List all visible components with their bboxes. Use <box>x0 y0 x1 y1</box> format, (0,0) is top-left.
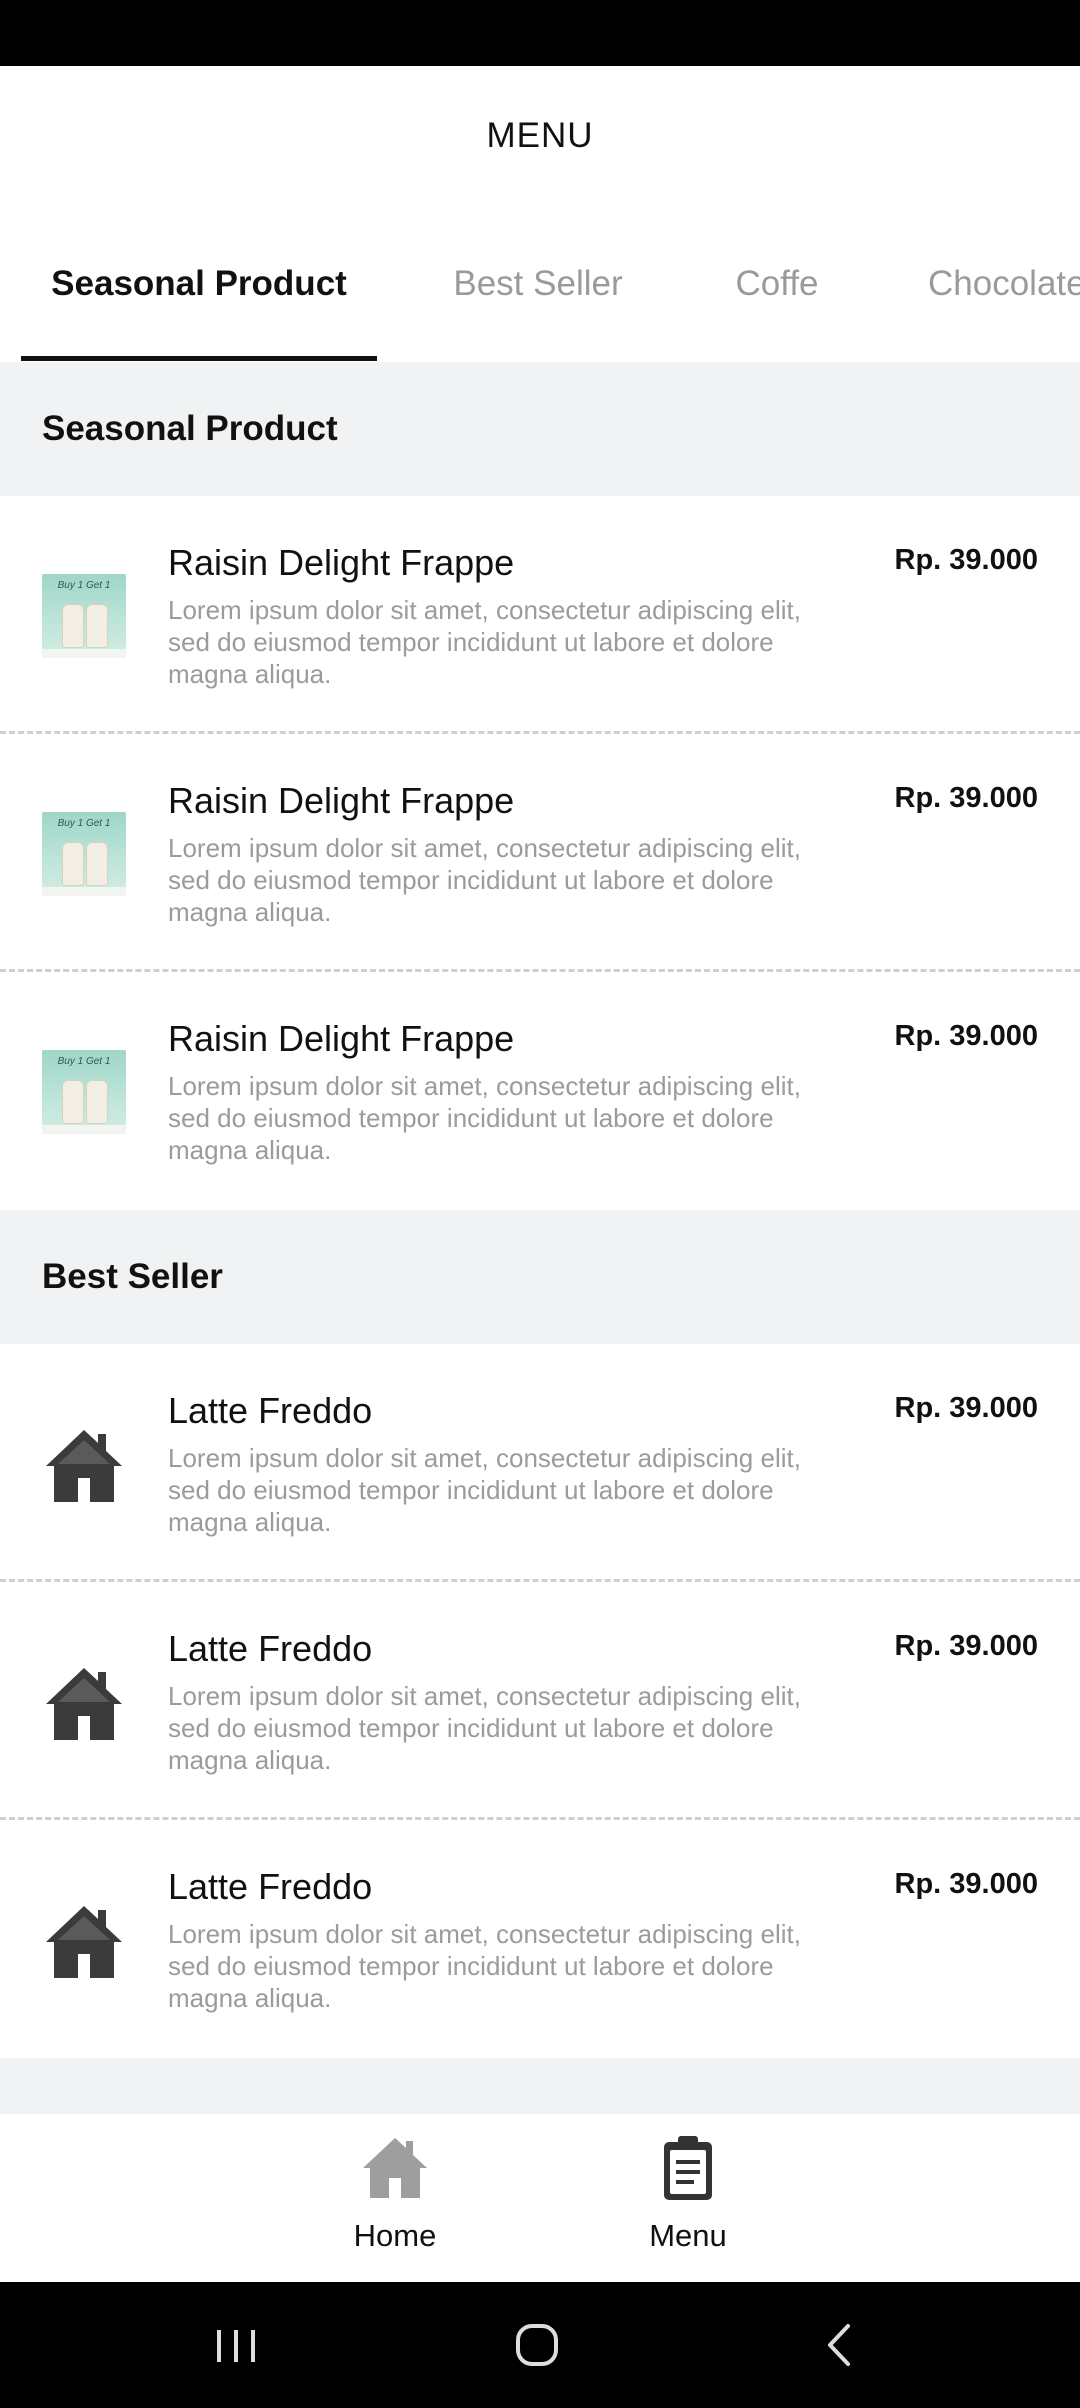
item-description: Lorem ipsum dolor sit amet, consectetur … <box>168 1443 801 1537</box>
frappe-promo-image: Buy 1 Get 1 <box>42 1050 126 1134</box>
item-price: Rp. 39.000 <box>894 1020 1038 1052</box>
item-price: Rp. 39.000 <box>894 1630 1038 1662</box>
bottom-navigation: Home Menu <box>0 2114 1080 2282</box>
item-description: Lorem ipsum dolor sit amet, consectetur … <box>168 1681 801 1775</box>
promo-text: Buy 1 Get 1 <box>57 818 111 829</box>
section-header-next <box>0 2058 1080 2114</box>
menu-item[interactable]: Latte Freddo Lorem ipsum dolor sit amet,… <box>0 1344 1080 1582</box>
nav-home[interactable]: Home <box>295 2114 495 2282</box>
house-icon <box>42 1898 126 1982</box>
home-icon <box>359 2132 431 2204</box>
item-price: Rp. 39.000 <box>894 544 1038 576</box>
menu-item[interactable]: Buy 1 Get 1 Raisin Delight Frappe Lorem … <box>0 496 1080 734</box>
active-tab-indicator <box>21 356 377 361</box>
menu-item[interactable]: Latte Freddo Lorem ipsum dolor sit amet,… <box>0 1582 1080 1820</box>
item-description: Lorem ipsum dolor sit amet, consectetur … <box>168 595 801 689</box>
item-name: Latte Freddo <box>168 1866 373 1907</box>
back-icon[interactable] <box>808 2312 874 2378</box>
item-price: Rp. 39.000 <box>894 1868 1038 1900</box>
item-description: Lorem ipsum dolor sit amet, consectetur … <box>168 1071 801 1165</box>
item-description: Lorem ipsum dolor sit amet, consectetur … <box>168 1919 801 2013</box>
section-header-best-seller: Best Seller <box>0 1210 1080 1344</box>
item-name: Raisin Delight Frappe <box>168 780 515 821</box>
item-name: Latte Freddo <box>168 1628 373 1669</box>
system-navigation-bar <box>0 2282 1080 2408</box>
house-icon <box>42 1660 126 1744</box>
nav-menu-label: Menu <box>649 2218 727 2253</box>
tab-coffe[interactable]: Coffe <box>700 206 854 362</box>
house-icon <box>42 1422 126 1506</box>
menu-item[interactable]: Latte Freddo Lorem ipsum dolor sit amet,… <box>0 1820 1080 2058</box>
promo-text: Buy 1 Get 1 <box>57 580 111 591</box>
item-name: Raisin Delight Frappe <box>168 1018 515 1059</box>
item-price: Rp. 39.000 <box>894 782 1038 814</box>
page-title: MENU <box>486 116 594 155</box>
status-bar <box>0 0 1080 66</box>
item-name: Raisin Delight Frappe <box>168 542 515 583</box>
menu-item[interactable]: Buy 1 Get 1 Raisin Delight Frappe Lorem … <box>0 734 1080 972</box>
section-title: Seasonal Product <box>42 409 338 448</box>
tab-seasonal-product[interactable]: Seasonal Product <box>21 206 377 362</box>
section-title: Best Seller <box>42 1257 223 1296</box>
item-name: Latte Freddo <box>168 1390 373 1431</box>
tab-chocolate[interactable]: Chocolate <box>914 206 1080 362</box>
clipboard-icon <box>652 2132 724 2204</box>
app-header: MENU <box>0 66 1080 206</box>
recent-apps-icon[interactable] <box>203 2312 269 2378</box>
item-price: Rp. 39.000 <box>894 1392 1038 1424</box>
category-tabs: Seasonal Product Best Seller Coffe Choco… <box>0 206 1080 362</box>
nav-home-label: Home <box>353 2218 437 2253</box>
tab-best-seller[interactable]: Best Seller <box>430 206 646 362</box>
home-circle-icon[interactable] <box>504 2312 570 2378</box>
menu-list[interactable]: Seasonal Product Buy 1 Get 1 Raisin Deli… <box>0 362 1080 2114</box>
item-description: Lorem ipsum dolor sit amet, consectetur … <box>168 833 801 927</box>
frappe-promo-image: Buy 1 Get 1 <box>42 812 126 896</box>
frappe-promo-image: Buy 1 Get 1 <box>42 574 126 658</box>
promo-text: Buy 1 Get 1 <box>57 1056 111 1067</box>
menu-item[interactable]: Buy 1 Get 1 Raisin Delight Frappe Lorem … <box>0 972 1080 1210</box>
nav-menu[interactable]: Menu <box>588 2114 788 2282</box>
section-header-seasonal-product: Seasonal Product <box>0 362 1080 496</box>
